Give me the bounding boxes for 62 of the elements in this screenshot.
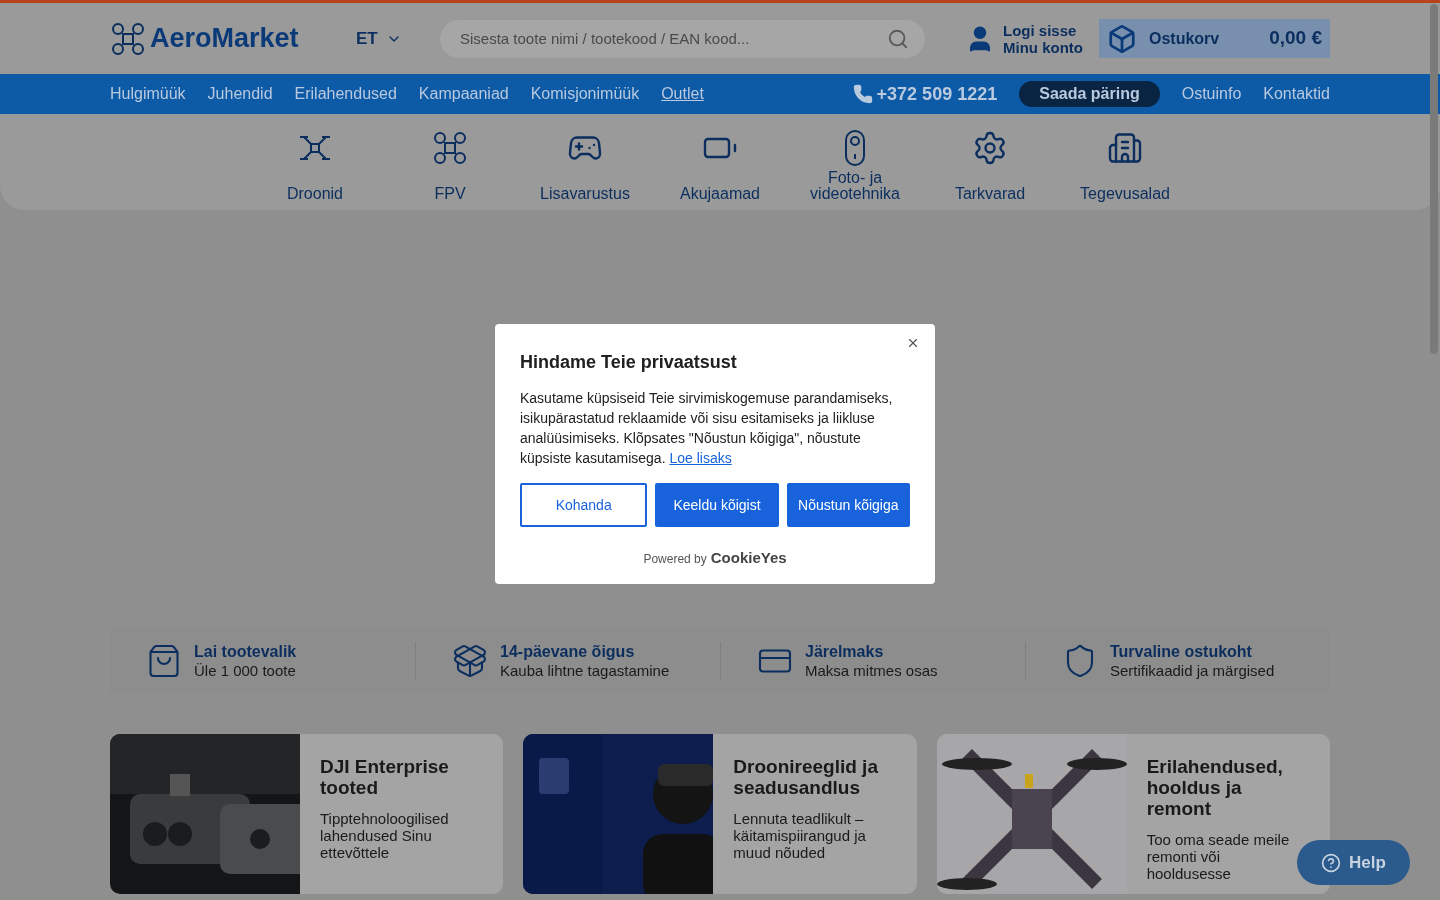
help-button[interactable]: Help — [1297, 840, 1410, 885]
box-icon — [1107, 23, 1137, 54]
feature-title: Lai tootevalik — [194, 642, 297, 661]
category-link[interactable]: Foto- ja videotehnika — [787, 128, 923, 202]
promo-card[interactable]: DJI Enterprise tooted Tipptehnoloogilised lahendused Sinu ettevõttele — [110, 734, 504, 894]
card-title: DJI Enterprise tooted — [320, 756, 450, 798]
login-link[interactable]: Logi sisse — [1003, 21, 1083, 39]
buildings-icon — [1107, 130, 1143, 166]
nav-link[interactable]: Hulgimüük — [110, 82, 186, 106]
card-title: Erilahendused, hooldus ja remont — [1146, 756, 1284, 819]
nav-link[interactable]: Kampaaniad — [418, 82, 509, 106]
brand-logo: CookieYes — [710, 548, 787, 568]
promo-card[interactable]: Erilahendused, hooldus ja remont Too oma seade meile remonti või hooldusesse — [936, 734, 1330, 894]
quadcopter-icon — [432, 130, 468, 166]
category-link[interactable]: Tarkvarad — [922, 128, 1058, 202]
category-link[interactable]: Lisavarustus — [517, 128, 653, 202]
cookie-button[interactable]: Kohanda — [520, 483, 648, 527]
feature-subtitle: Maksa mitmes osas — [805, 661, 938, 680]
card-text: Tipptehnoloogilised lahendused Sinu ettevõttele — [320, 810, 450, 861]
language-selector[interactable]: ET — [356, 25, 416, 52]
nav-link[interactable]: Juhendid — [207, 82, 273, 106]
package-icon — [452, 643, 488, 679]
category-link[interactable]: Droonid — [247, 128, 383, 202]
dialog-title: Hindame Teie privaatsust — [520, 351, 738, 374]
search-field[interactable]: Sisesta toote nimi / tootekood / EAN kood... — [440, 19, 925, 58]
category-link[interactable]: Tegevusalad — [1057, 128, 1193, 202]
shopping-bag-icon — [146, 643, 182, 679]
powered-by-text: Powered by — [643, 551, 707, 568]
close-icon[interactable] — [906, 336, 920, 350]
category-link[interactable]: Akujaamad — [652, 128, 788, 202]
card-text: Too oma seade meile remonti või hooldusesse — [1146, 831, 1291, 882]
account-link[interactable]: Minu konto — [1003, 38, 1083, 56]
nav-link[interactable]: Kontaktid — [1263, 82, 1330, 106]
feature-subtitle: Sertifikaadid ja märgised — [1110, 661, 1275, 680]
nav-link[interactable]: Ostuinfo — [1181, 82, 1242, 106]
search-icon[interactable] — [887, 27, 909, 50]
card-title: Droonireeglid ja seadusandlus — [733, 756, 879, 798]
promo-card[interactable]: Droonireeglid ja seadusandlus Lennuta teadlikult – käitamispiirangud ja muud nõuded — [523, 734, 917, 894]
logo[interactable]: AeroMarket — [150, 18, 299, 59]
feature-title: 14-päevane õigus — [500, 642, 636, 661]
dialog-text: Kasutame küpsiseid Teie sirvimiskogemuse parandamiseks, isikupärastatud reklaamide või sisu esitamiseks ja liikluse analüüsimiseks. Klõpsates "Nõustun kõigiga", nõustute küpsiste kasutamisega. Loe lisaks — [520, 389, 894, 468]
nav-link[interactable]: Erilahendused — [294, 82, 397, 106]
logo-icon — [110, 20, 146, 57]
scrollbar-thumb[interactable] — [1430, 4, 1438, 354]
feature-subtitle: Kauba lihtne tagastamine — [500, 661, 670, 680]
phone-icon — [852, 84, 873, 104]
request-button[interactable]: Saada päring — [1019, 81, 1160, 107]
cookie-button[interactable]: Keeldu kõigist — [655, 483, 779, 527]
camera-icon — [843, 130, 867, 166]
gear-icon — [972, 130, 1008, 166]
feature-subtitle: Üle 1 000 toote — [194, 661, 297, 680]
phone-link[interactable]: +372 509 1221 — [876, 80, 998, 108]
nav-link[interactable]: Outlet — [661, 82, 704, 106]
feature-title: Turvaline ostukoht — [1110, 642, 1253, 661]
help-icon — [1321, 852, 1342, 873]
read-more-link[interactable]: Loe lisaks — [669, 450, 732, 466]
category-link[interactable]: FPV — [382, 128, 518, 202]
card-text: Lennuta teadlikult – käitamispiirangud ja muud nõuded — [733, 810, 867, 861]
cart-button[interactable]: Ostukorv 0,00 € — [1099, 19, 1330, 58]
nav-link[interactable]: Komisjonimüük — [530, 82, 640, 106]
feature-title: Järelmaks — [805, 642, 885, 661]
cookie-button[interactable]: Nõustun kõigiga — [786, 483, 910, 527]
